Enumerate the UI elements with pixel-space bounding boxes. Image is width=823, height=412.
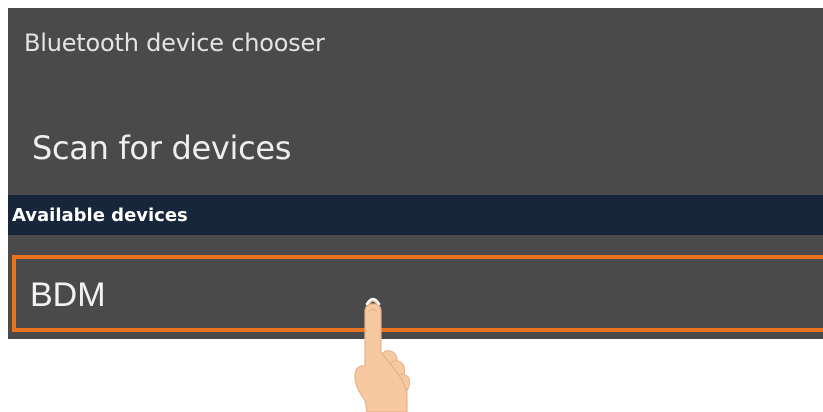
tapping-hand-icon bbox=[354, 297, 410, 412]
scan-for-devices-button[interactable]: Scan for devices bbox=[8, 113, 823, 193]
scan-for-devices-label: Scan for devices bbox=[32, 129, 292, 167]
available-devices-label: Available devices bbox=[12, 205, 188, 226]
dialog-title: Bluetooth device chooser bbox=[24, 29, 325, 57]
device-item-label: BDM bbox=[30, 276, 106, 314]
available-devices-header: Available devices bbox=[8, 195, 823, 235]
